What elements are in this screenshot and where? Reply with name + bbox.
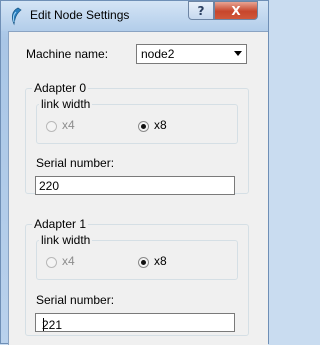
text-caret <box>43 318 44 331</box>
adapter-1-x4-label: x4 <box>62 254 75 268</box>
machine-name-dropdown[interactable]: node2 <box>136 44 247 64</box>
adapter-1-x8-radio[interactable] <box>138 257 149 268</box>
adapter-1-title: Adapter 1 <box>32 217 89 231</box>
adapter-0-group: Adapter 0 link width x4 x8 Serial number… <box>25 81 249 195</box>
dialog-content: Machine name: node2 Adapter 0 link width… <box>8 31 268 345</box>
adapter-1-group: Adapter 1 link width x4 x8 Serial number… <box>25 217 249 336</box>
title-bar[interactable]: Edit Node Settings ? X <box>1 1 268 31</box>
adapter-0-link-width-group: link width x4 x8 <box>36 97 238 144</box>
adapter-0-x4-label: x4 <box>62 118 75 132</box>
adapter-0-serial-label: Serial number: <box>36 156 115 170</box>
adapter-0-serial-input[interactable]: 220 <box>35 176 235 195</box>
adapter-1-x4-radio[interactable] <box>46 257 57 268</box>
adapter-0-link-width-label: link width <box>39 97 93 111</box>
adapter-0-x4-radio[interactable] <box>46 121 57 132</box>
close-button[interactable]: X <box>214 1 258 20</box>
adapter-1-x8-label: x8 <box>154 254 167 268</box>
app-logo-icon <box>11 7 22 26</box>
adapter-1-link-width-label: link width <box>39 233 93 247</box>
dialog-window: Edit Node Settings ? X Machine name: nod… <box>0 0 269 345</box>
window-title: Edit Node Settings <box>30 8 130 22</box>
machine-name-value: node2 <box>141 47 175 61</box>
adapter-0-serial-value: 220 <box>39 179 60 193</box>
chevron-down-icon[interactable] <box>234 51 242 56</box>
machine-name-label: Machine name: <box>26 47 109 61</box>
help-button[interactable]: ? <box>188 1 214 20</box>
adapter-0-x8-radio[interactable] <box>138 121 149 132</box>
adapter-1-link-width-group: link width x4 x8 <box>36 233 238 280</box>
adapter-1-serial-input[interactable]: 221 <box>35 313 235 332</box>
adapter-1-serial-label: Serial number: <box>36 293 115 307</box>
adapter-0-title: Adapter 0 <box>32 81 89 95</box>
adapter-0-x8-label: x8 <box>154 118 167 132</box>
adapter-1-serial-value: 221 <box>42 318 63 332</box>
